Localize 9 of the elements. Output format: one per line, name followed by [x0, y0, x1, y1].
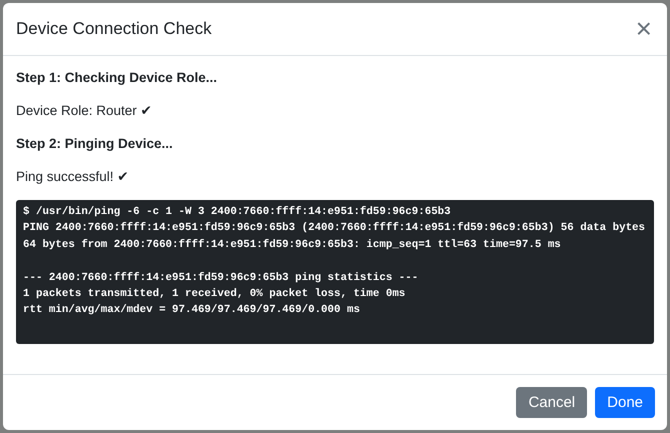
step-result: Ping successful! ✔ — [16, 168, 130, 186]
step-heading: Step 2: Pinging Device... — [16, 135, 174, 153]
step-result: Device Role: Router ✔ — [16, 102, 153, 120]
step-heading: Step 1: Checking Device Role... — [16, 69, 218, 87]
close-button[interactable]: × — [634, 15, 654, 43]
dialog-title: Device Connection Check — [16, 19, 212, 39]
done-button[interactable]: Done — [595, 387, 655, 418]
cancel-button[interactable]: Cancel — [516, 387, 588, 418]
terminal-output: $ /usr/bin/ping -6 -c 1 -W 3 2400:7660:ffff:14:e951:fd59:96c9:65b3 PING 2400:7660:ffff:14:e951:fd59:96c9:65b3 (2400:7660:ffff:14:e951:fd59:96c9:65b3) 56 data bytes 64 bytes from 2400:7660:ffff:14:e951:fd59:96c9:65b3: icmp_seq=1 ttl=63 time=97.5 ms --- 2400:7660:ffff:14:e951:fd59:96c9:65b3 ping statistics --- 1 packets transmitted, 1 received, 0% packet loss, time 0ms rtt min/avg/max/mdev = 97.469/97.469/97.469/0.000 ms — [16, 200, 654, 344]
